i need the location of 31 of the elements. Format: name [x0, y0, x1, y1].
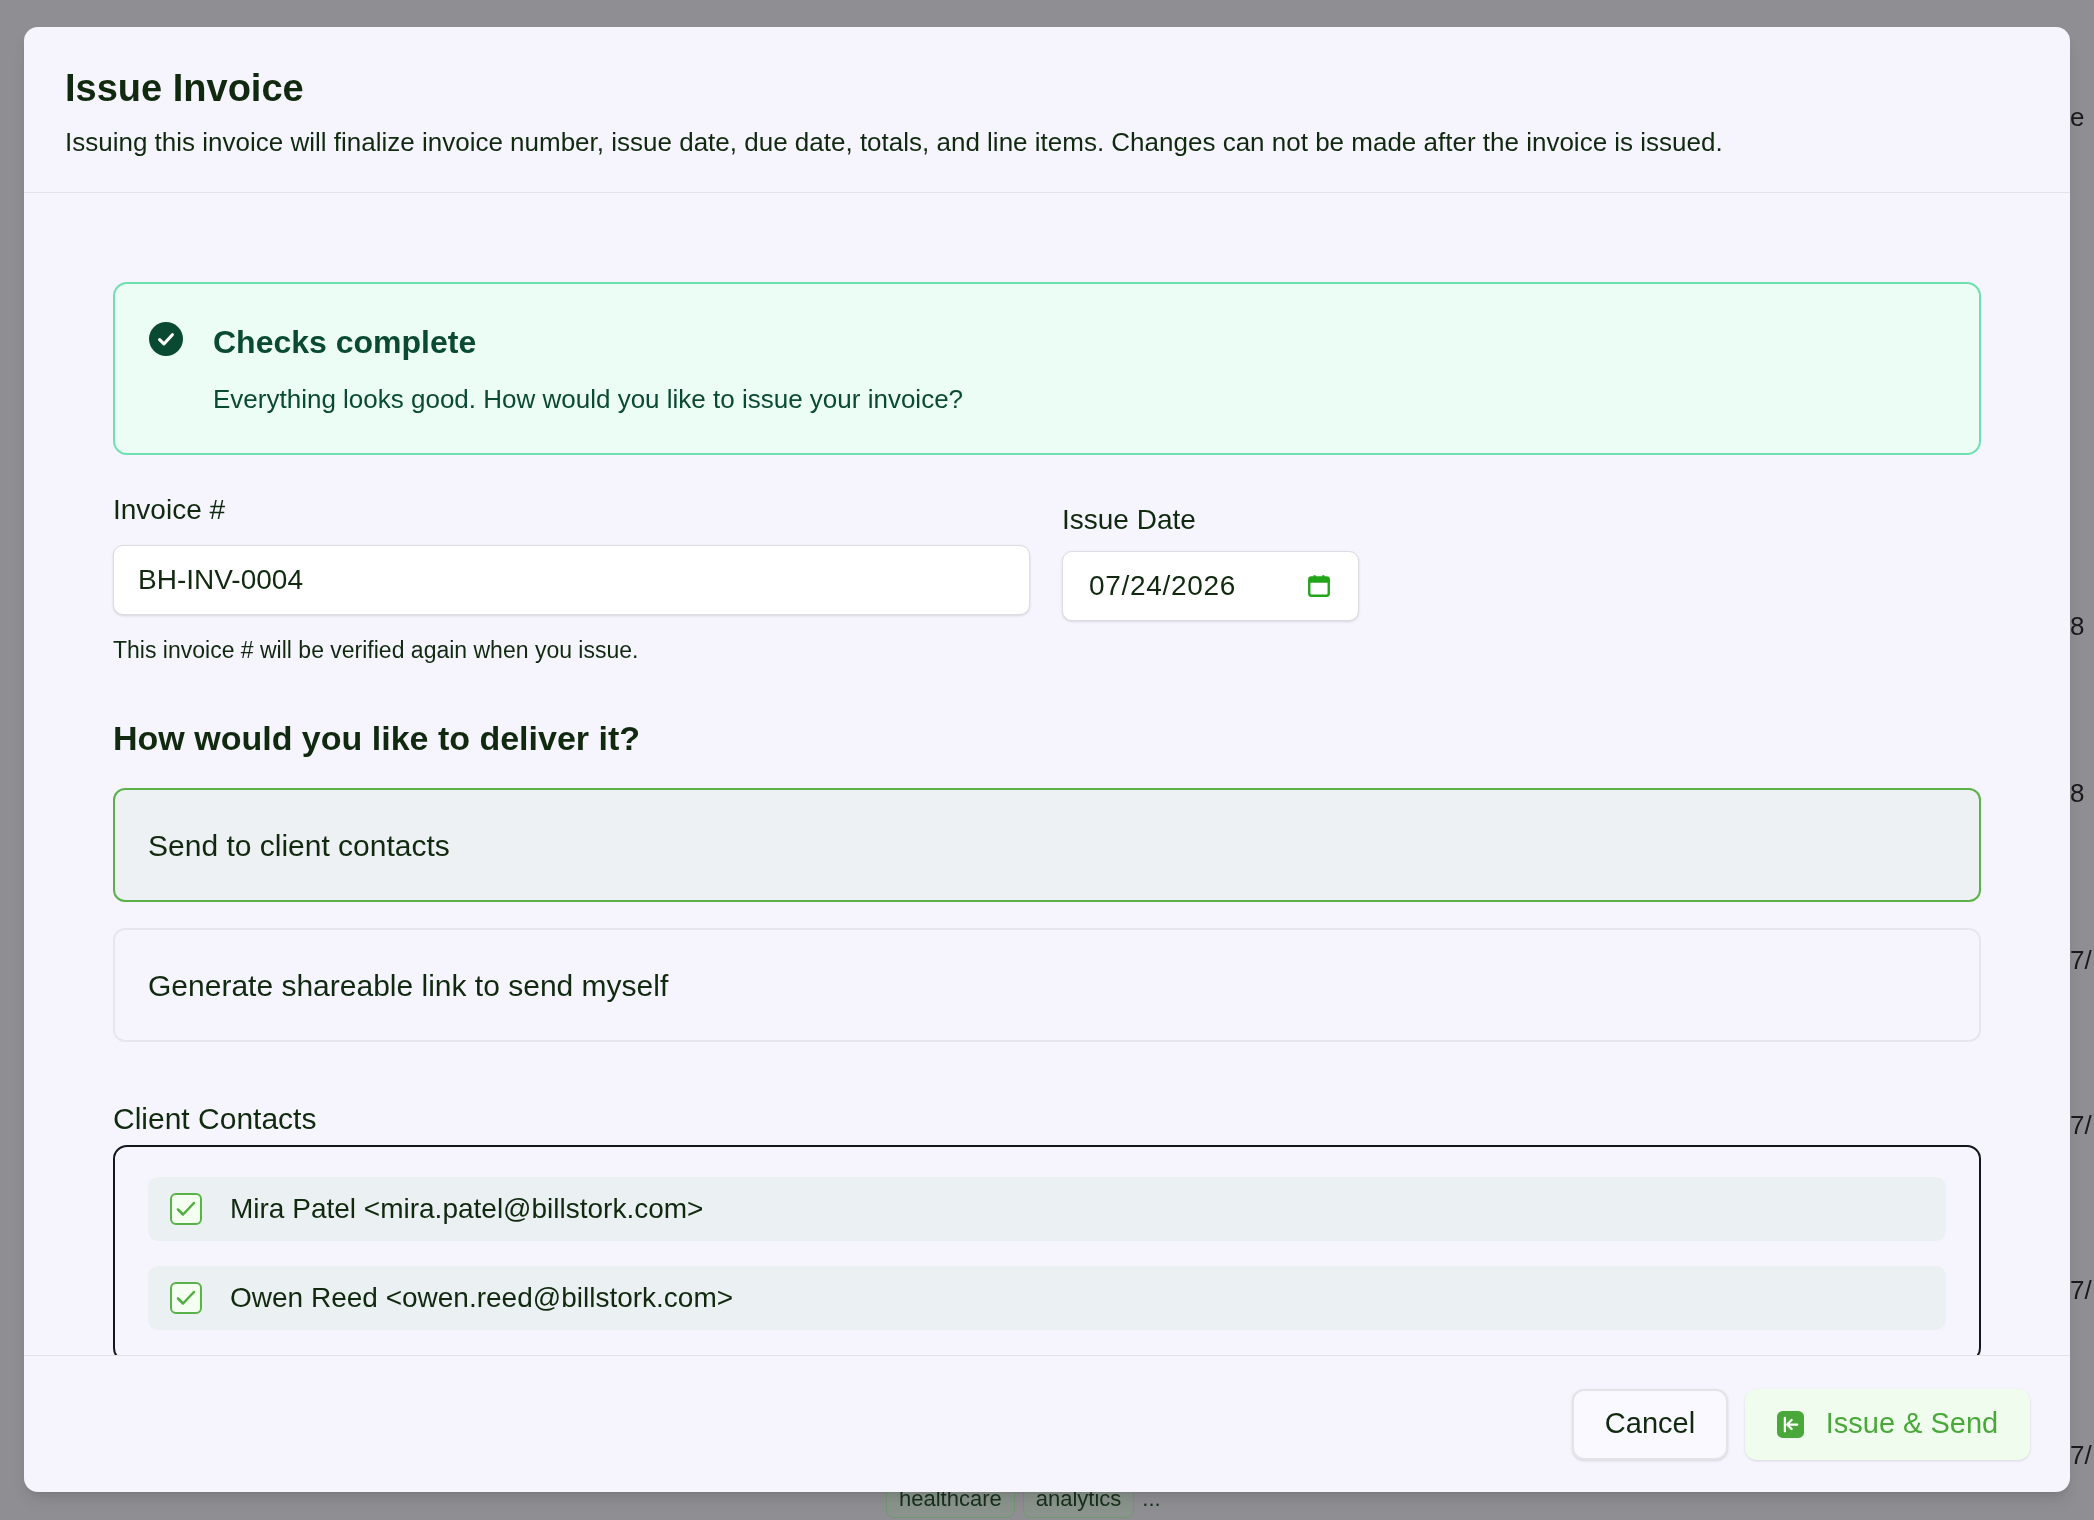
field-label: Client Contacts: [113, 1101, 318, 1137]
check-circle-icon: [149, 321, 183, 356]
callout-message: Everything looks good. How would you like to issue your invoice?: [213, 382, 964, 416]
field-label: Invoice #: [113, 492, 227, 527]
cancel-button[interactable]: Cancel: [1572, 1388, 1728, 1460]
send-icon: [1776, 1410, 1804, 1438]
contact-label: Mira Patel <mira.patel@billstork.com>: [230, 1192, 704, 1226]
invoice-number-field[interactable]: BH-INV-0004: [113, 544, 1030, 615]
table-cell-text: 8: [2070, 610, 2086, 643]
contact-row[interactable]: Owen Reed <owen.reed@billstork.com>: [148, 1266, 1946, 1330]
table-cell-text: 8: [2070, 777, 2086, 810]
field-hint: This invoice # will be verified again when you issue.: [113, 635, 640, 665]
calendar-icon[interactable]: [1306, 572, 1332, 599]
table-cell-text: e: [2070, 101, 2086, 134]
field-label: Issue Date: [1062, 502, 1197, 537]
checkbox[interactable]: [170, 1193, 202, 1225]
dialog-description: Issuing this invoice will finalize invoice number, issue date, due date, totals, and line items. Changes can not be made after the invoice is issued.: [65, 125, 1724, 159]
delivery-option[interactable]: Send to client contacts: [113, 788, 1981, 902]
table-cell-text: 7/: [2070, 1439, 2093, 1472]
contact-row[interactable]: Mira Patel <mira.patel@billstork.com>: [148, 1177, 1946, 1241]
issue-date-field[interactable]: 07/24/2026: [1062, 550, 1359, 621]
table-cell-text: 7/: [2070, 1109, 2093, 1142]
delivery-option[interactable]: Generate shareable link to send myself: [113, 928, 1981, 1042]
contact-label: Owen Reed <owen.reed@billstork.com>: [230, 1281, 734, 1315]
checkbox[interactable]: [170, 1282, 202, 1314]
table-cell-text: 7/: [2070, 944, 2093, 977]
table-cell-text: 7/: [2070, 1274, 2093, 1307]
section-heading: How would you like to deliver it?: [113, 718, 642, 759]
more-indicator: ...: [1142, 1485, 1161, 1513]
callout-title: Checks complete: [213, 322, 478, 362]
dialog-title: Issue Invoice: [65, 66, 305, 111]
